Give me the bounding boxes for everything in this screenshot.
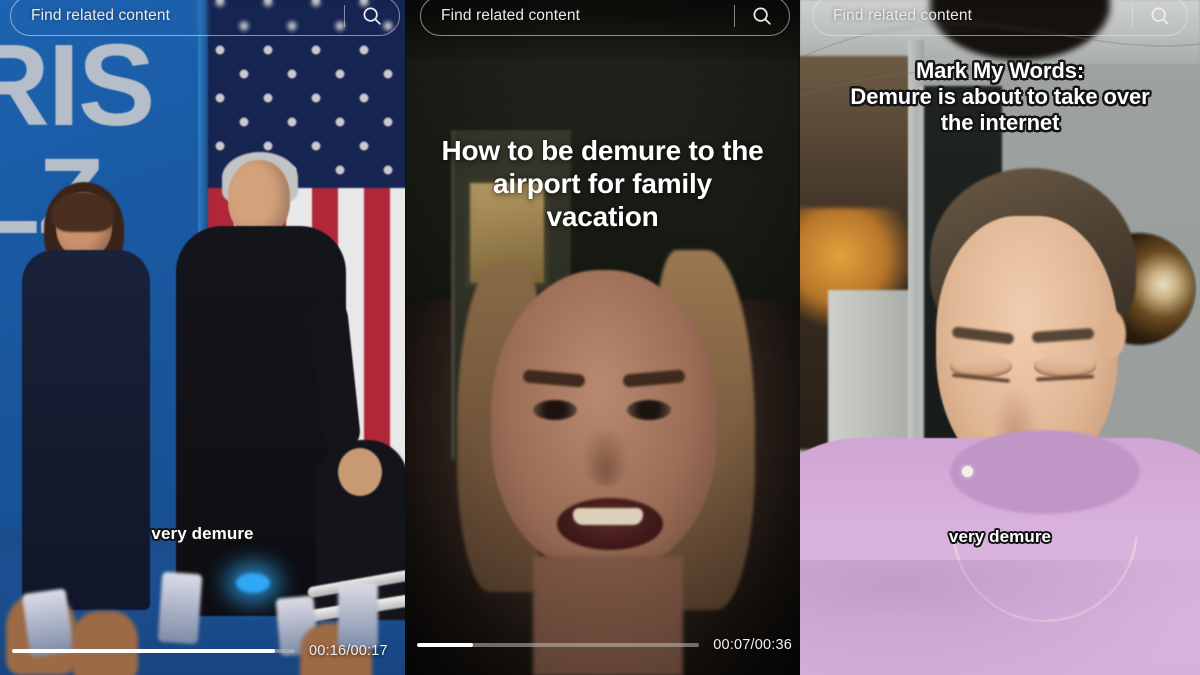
- crowd-phone: [157, 571, 203, 645]
- subject-ear: [1096, 310, 1126, 358]
- search-icon[interactable]: [345, 5, 399, 27]
- necklace-pendant: [962, 466, 973, 477]
- overlay-line: vacation: [546, 201, 659, 233]
- overlay-line: the internet: [940, 109, 1060, 135]
- video-overlay-text-panel-2: How to be demure to the airport for fami…: [425, 134, 780, 233]
- video-caption-panel-3: very demure: [948, 527, 1052, 546]
- video-caption-panel-1: very demure: [151, 524, 254, 543]
- search-bar-panel-3[interactable]: Find related content: [812, 0, 1188, 36]
- progress-fill-panel-1: [12, 649, 276, 653]
- search-bar-panel-2[interactable]: Find related content: [420, 0, 790, 36]
- video-overlay-text-panel-3: Mark My Words: Demure is about to take o…: [808, 58, 1192, 136]
- player-controls-panel-2[interactable]: 00:07/00:36: [417, 637, 792, 653]
- progress-bar-panel-1[interactable]: [12, 649, 295, 653]
- search-bar-panel-1[interactable]: Find related content: [10, 0, 400, 36]
- progress-fill-panel-2: [417, 643, 474, 647]
- player-controls-panel-1[interactable]: 00:16/00:17: [12, 643, 397, 659]
- shirt-collar: [950, 430, 1140, 514]
- figure-2-head: [228, 160, 290, 236]
- search-icon[interactable]: [1133, 5, 1187, 27]
- search-input-panel-1[interactable]: Find related content: [11, 7, 344, 25]
- video-panel-2[interactable]: Find related content How to be demure to…: [405, 0, 800, 675]
- overlay-line: Demure is about to take over: [850, 83, 1150, 109]
- search-input-panel-2[interactable]: Find related content: [421, 7, 734, 25]
- crowd-phone: [338, 583, 378, 649]
- timestamp-panel-2: 00:07/00:36: [713, 637, 792, 653]
- progress-bar-panel-2[interactable]: [417, 643, 700, 647]
- panel-2-vignette: [405, 0, 800, 675]
- overlay-line: How to be demure to the: [441, 135, 764, 166]
- video-panel-1[interactable]: RIS LZ: [0, 0, 405, 675]
- seated-person-head: [338, 448, 382, 496]
- search-input-panel-3[interactable]: Find related content: [813, 7, 1132, 25]
- overlay-line: Mark My Words:: [915, 58, 1085, 83]
- campaign-sign-line-1: RIS: [0, 20, 155, 150]
- shirt-shadow: [800, 560, 1200, 675]
- video-grid: RIS LZ: [0, 0, 1200, 675]
- search-icon[interactable]: [735, 5, 789, 27]
- video-panel-3[interactable]: Find related content Mark My Words: Demu…: [800, 0, 1200, 675]
- overlay-line: airport for family: [493, 168, 712, 200]
- timestamp-panel-1: 00:16/00:17: [309, 643, 388, 659]
- figure-1-hair-front: [52, 192, 114, 232]
